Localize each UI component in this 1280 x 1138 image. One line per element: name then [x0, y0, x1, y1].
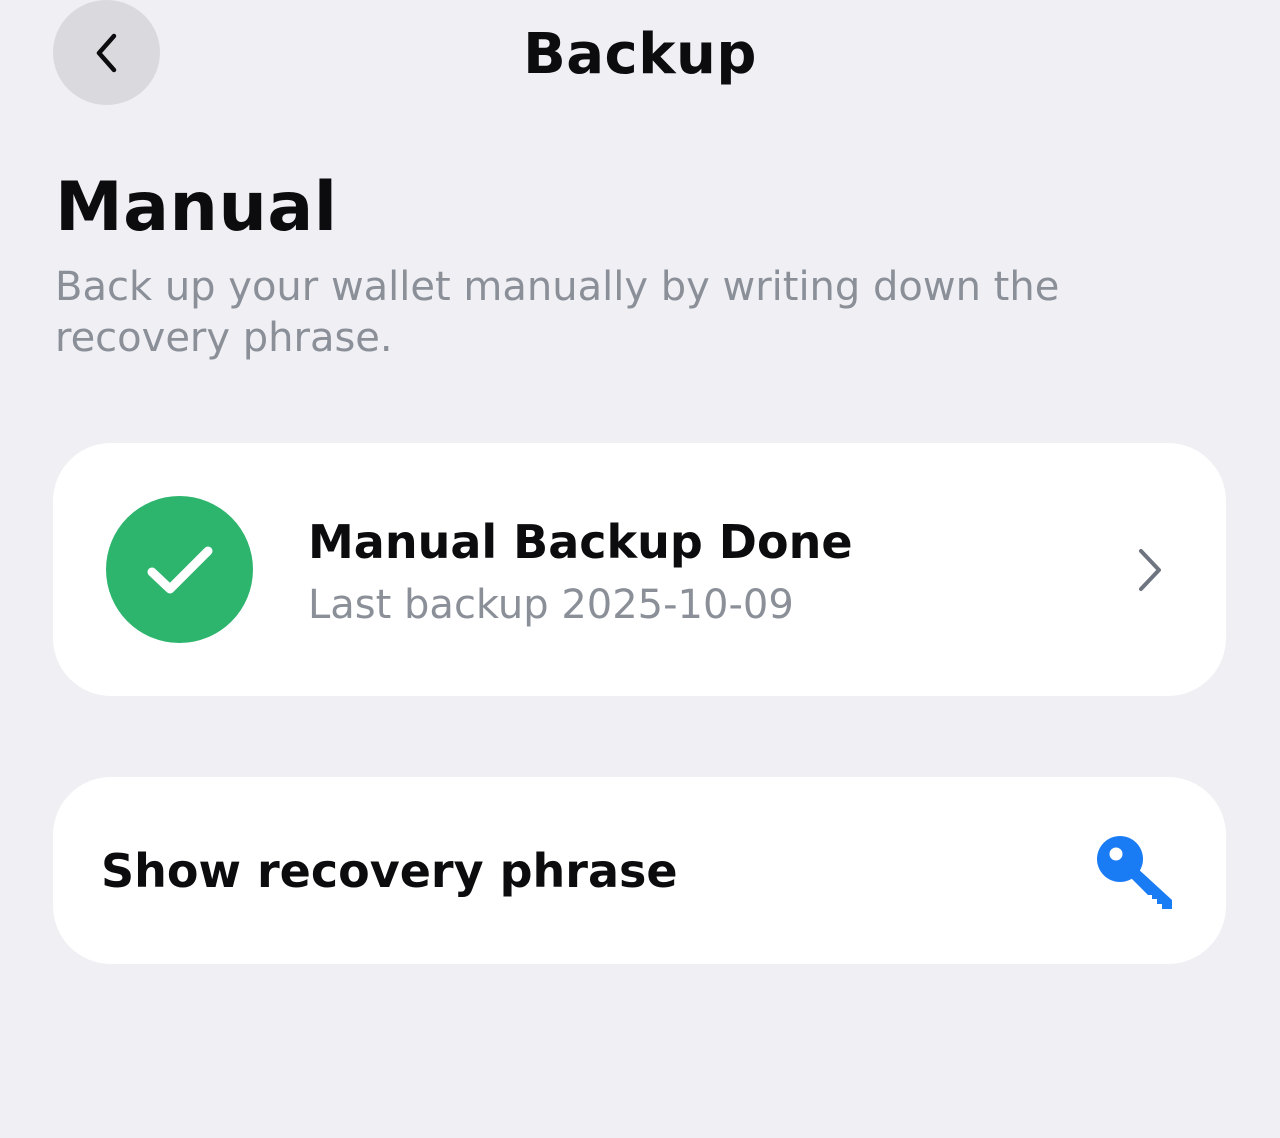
section-title: Manual — [55, 168, 338, 247]
last-backup-date: Last backup 2025-10-09 — [308, 582, 794, 628]
backup-status-badge — [106, 496, 253, 643]
page-title: Backup — [523, 22, 757, 87]
backup-status-title: Manual Backup Done — [308, 515, 853, 569]
show-recovery-phrase-button[interactable]: Show recovery phrase — [53, 777, 1226, 964]
checkmark-icon — [147, 546, 212, 593]
key-icon — [1097, 836, 1172, 909]
show-recovery-phrase-label: Show recovery phrase — [101, 844, 678, 898]
manual-backup-status-card[interactable]: Manual Backup Done Last backup 2025-10-0… — [53, 443, 1226, 696]
section-description: Back up your wallet manually by writing … — [55, 264, 1060, 361]
chevron-right-icon — [1139, 549, 1161, 591]
